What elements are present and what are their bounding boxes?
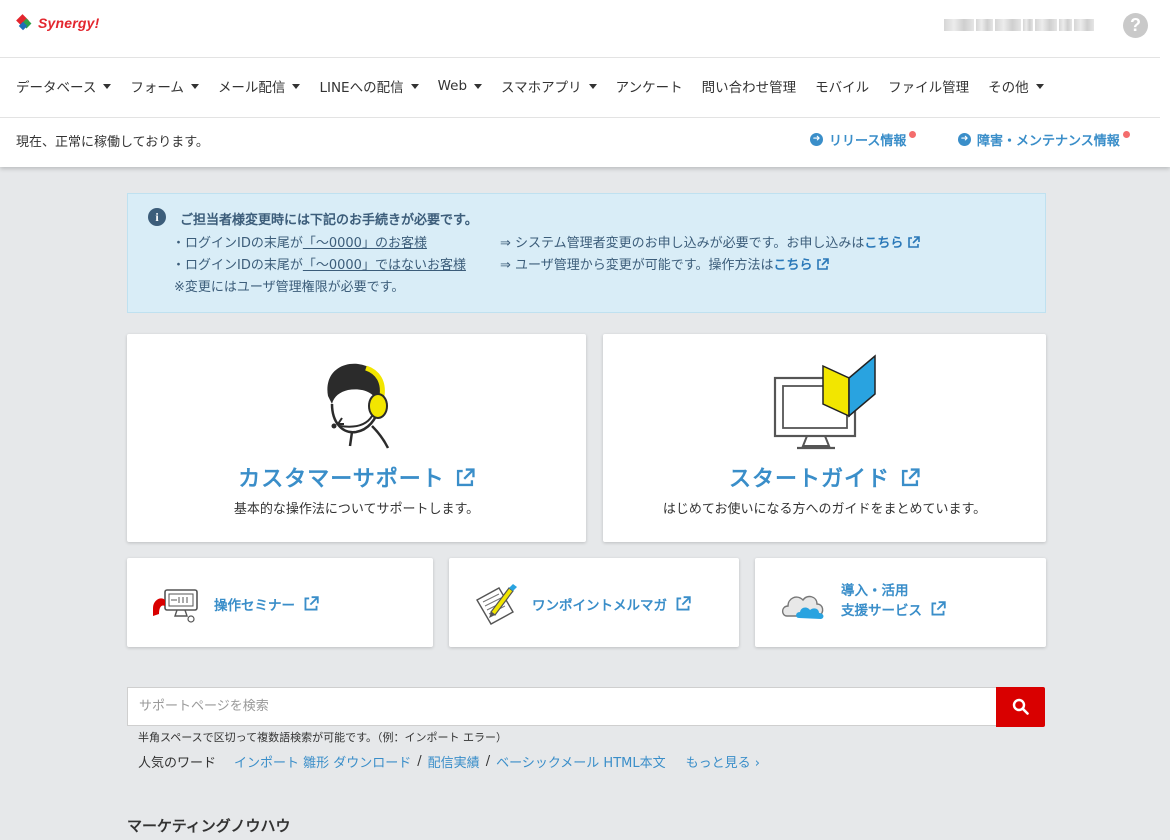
mailmag-label: ワンポイントメルマガ [532,596,691,616]
nav-survey[interactable]: アンケート [616,76,683,96]
info-title: ご担当者様変更時には下記のお手続きが必要です。 [180,213,478,228]
cloud-icon [781,595,824,619]
memo-pen-icon [476,584,517,625]
user-management-howto-link[interactable]: こちら [773,258,830,273]
info-notice: i ご担当者様変更時には下記のお手続きが必要です。 ・ログインIDの末尾が「～0… [127,193,1046,313]
seminar-card[interactable]: 操作セミナー [127,558,433,647]
synergy-logo[interactable]: Synergy! [16,14,100,32]
nav-mail[interactable]: メール配信 [218,76,301,96]
help-icon[interactable]: ? [1123,13,1148,38]
customer-support-card[interactable]: カスタマーサポート 基本的な操作法についてサポートします。 [127,334,586,542]
start-guide-card[interactable]: スタートガイド はじめてお使いになる方へのガイドをまとめています。 [603,334,1046,542]
info-line-1: ・ログインIDの末尾が「～0000」のお客様 [172,236,427,251]
more-link[interactable]: もっと見る › [686,752,760,771]
start-guide-title: スタートガイド [603,461,1046,493]
start-guide-subtitle: はじめてお使いになる方へのガイドをまとめています。 [662,502,987,517]
headset-operator-icon [327,363,390,449]
info-note: ※変更にはユーザ管理権限が必要です。 [174,280,405,295]
nav-form[interactable]: フォーム [130,76,199,96]
search-hint: 半角スペースで区切って複数語検索が可能です。（例：インポート エラー） [138,731,508,744]
nav-line[interactable]: LINEへの配信 [319,76,419,96]
release-info-link[interactable]: ➜ リリース情報 [810,130,918,149]
search-icon [1012,698,1029,715]
info-line-2: ・ログインIDの末尾が「～0000」ではないお客様 [172,258,466,273]
caret-down-icon [103,83,112,89]
external-link-icon [901,468,920,487]
caret-down-icon [292,83,301,89]
nav-inquiry[interactable]: 問い合わせ管理 [702,76,797,96]
seminar-label: 操作セミナー [214,596,319,616]
mailmag-card[interactable]: ワンポイントメルマガ [449,558,739,647]
search-button[interactable] [996,687,1045,727]
arrow-right-circle-icon: ➜ [958,133,971,146]
seminar-phone-icon [153,589,198,623]
arrow-right-circle-icon: ➜ [810,133,823,146]
external-link-icon [908,236,921,248]
external-link-icon [817,258,830,270]
nav-smartphone-app[interactable]: スマホアプリ [501,76,597,96]
new-badge-icon [1121,130,1131,139]
external-link-icon [676,596,691,611]
header-divider [0,57,1160,58]
info-line-2-action: ⇒ ユーザ管理から変更が可能です。操作方法はこちら [500,254,830,273]
popular-words: 人気のワード インポート 雛形 ダウンロード / 配信実績 / ベーシックメール… [138,752,760,771]
popular-words-label: 人気のワード [138,756,217,771]
popular-word-link[interactable]: インポート 雛形 ダウンロード [234,752,411,771]
customer-support-subtitle: 基本的な操作法についてサポートします。 [233,502,480,517]
nav-database[interactable]: データベース [16,76,112,96]
caret-down-icon [588,83,597,89]
popular-word-link[interactable]: 配信実績 [428,752,480,771]
external-link-icon [304,596,319,611]
nav-mobile[interactable]: モバイル [815,76,869,96]
caret-down-icon [474,83,483,89]
popular-word-link[interactable]: ベーシックメール HTML本文 [496,752,666,771]
maintenance-info-link[interactable]: ➜ 障害・メンテナンス情報 [958,130,1131,149]
support-search-box [127,687,997,726]
nav-file[interactable]: ファイル管理 [888,76,969,96]
header-divider [0,117,1160,118]
support-search-input[interactable] [128,688,997,725]
logo-mark-icon [16,14,34,32]
logo-text: Synergy! [38,15,100,31]
caret-down-icon [190,83,199,89]
system-admin-change-link[interactable]: こちら [864,236,921,251]
beginner-monitor-icon [773,354,876,450]
top-header: Synergy! ? データベース フォーム メール配信 LINEへの配信 We… [0,0,1170,167]
nav-web[interactable]: Web [438,78,483,94]
customer-support-title: カスタマーサポート [127,461,586,493]
support-service-label: 導入・活用 支援サービス [841,581,946,621]
main-nav: データベース フォーム メール配信 LINEへの配信 Web スマホアプリ アン… [16,76,1063,96]
nav-other[interactable]: その他 [988,76,1044,96]
external-link-icon [931,601,946,616]
section-title: マーケティングノウハウ [127,817,291,835]
caret-down-icon [1035,83,1044,89]
info-icon: i [148,208,166,226]
user-name-blurred[interactable] [944,17,1095,33]
support-service-card[interactable]: 導入・活用 支援サービス [755,558,1046,647]
external-link-icon [456,468,475,487]
caret-down-icon [410,83,419,89]
new-badge-icon [908,130,918,139]
info-line-1-action: ⇒ システム管理者変更のお申し込みが必要です。お申し込みはこちら [500,232,921,251]
system-status: 現在、正常に稼働しております。 [16,135,209,150]
